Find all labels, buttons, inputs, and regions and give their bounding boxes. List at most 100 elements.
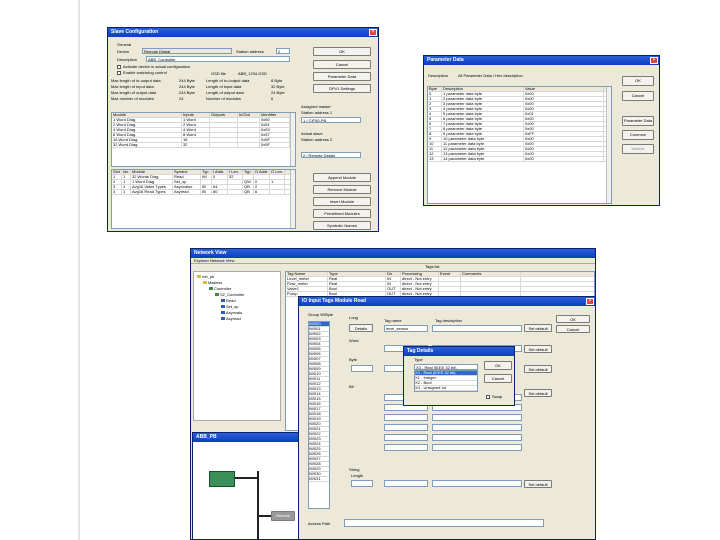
byte-field[interactable] <box>351 365 373 372</box>
cancel-button[interactable]: Cancel <box>313 60 371 69</box>
network-view-titlebar[interactable]: Network View <box>191 249 595 258</box>
tree-item[interactable]: Masters <box>208 280 222 285</box>
activate-checkbox[interactable] <box>117 65 121 69</box>
set-default-button[interactable]: Set default <box>524 389 552 397</box>
param-row[interactable]: 13 14 parameter data byte 0x00 <box>428 157 611 162</box>
watchdog-checkbox[interactable] <box>117 71 121 75</box>
tag-dir: IN <box>386 282 401 286</box>
slave-config-titlebar[interactable]: Slave Configuration <box>108 28 378 37</box>
slot-olen <box>270 190 285 194</box>
bit-tag-field-4[interactable] <box>384 434 428 441</box>
set-default-button[interactable]: Set default <box>524 345 552 353</box>
cancel-button[interactable]: Cancel <box>556 325 590 333</box>
remote-module-icon[interactable]: Remote <box>271 511 295 521</box>
slave-combo[interactable]: 2 / Remote Digital <box>301 152 361 158</box>
swap-checkbox[interactable] <box>486 395 490 399</box>
bit-tag-field-2[interactable] <box>384 414 428 421</box>
tree-item[interactable]: Asynvalu <box>226 310 242 315</box>
bit-desc-field-2[interactable] <box>432 414 522 421</box>
tree-item[interactable]: net_pb <box>202 274 214 279</box>
module-list[interactable]: Module Inputs Outputs In/Out Identifier … <box>111 112 296 167</box>
station-titlebar[interactable]: ABB_PB <box>193 433 299 442</box>
ok-button[interactable]: OK <box>313 47 371 56</box>
stat-b-0: 244 Byte <box>179 78 195 83</box>
close-icon[interactable]: × <box>586 298 594 305</box>
bit-desc-field-4[interactable] <box>432 434 522 441</box>
station-address-field[interactable]: 2 <box>276 48 290 54</box>
set-default-button[interactable]: Set default <box>524 324 552 332</box>
type-dropdown-list[interactable]: X3 - Real (IEEE 32 bit) X1 - Integer X2 … <box>414 370 478 392</box>
param-value: 0x00 <box>524 147 604 151</box>
set-default-button[interactable]: Set default <box>524 480 552 488</box>
address-item[interactable]: IW031 <box>309 477 329 482</box>
tree-item[interactable]: Asyread <box>226 316 241 321</box>
append-module-button[interactable]: Append Module <box>313 173 371 182</box>
address-list[interactable]: IW000 IW001 IW002 IW003 IW004 IW005 IW00… <box>308 321 330 509</box>
string-length-field[interactable] <box>351 480 373 487</box>
tag-name-field[interactable]: level_sensor <box>384 325 428 332</box>
remove-module-button[interactable]: Remove Module <box>313 185 371 194</box>
device-field[interactable]: Remote Digital <box>142 48 232 54</box>
module-row[interactable]: 32 Word Diag. 32 0x5F <box>112 143 295 148</box>
cancel-button[interactable]: Cancel <box>622 91 654 101</box>
param-value: 0x00 <box>524 127 604 131</box>
tree-item[interactable]: Read <box>226 298 236 303</box>
tag-type: Bool <box>328 287 386 291</box>
param-value: 0x00 <box>524 92 604 96</box>
tag-desc-field[interactable] <box>432 325 522 332</box>
tree-item[interactable]: S2_Controller <box>220 292 244 297</box>
tag-details-titlebar[interactable]: Tag Details <box>404 347 514 356</box>
network-view-menu[interactable]: Explorer Network View <box>191 258 595 264</box>
bit-desc-field-3[interactable] <box>432 424 522 431</box>
param-byte: 13 <box>428 157 442 161</box>
dpv1-settings-button[interactable]: DPV1 Settings <box>313 84 371 93</box>
param-desc: 7 parameter data byte <box>442 122 524 126</box>
param-table-scrollbar[interactable] <box>606 87 611 203</box>
param-data-titlebar[interactable]: Parameter Data <box>424 56 659 65</box>
module-inout <box>238 133 260 137</box>
set-default-button[interactable]: Set default <box>524 365 552 373</box>
ok-button[interactable]: OK <box>556 315 590 323</box>
string-desc-field[interactable] <box>432 480 522 487</box>
slot-list[interactable]: Slot Idx Module Symbol Typ I Addr. I Len… <box>111 169 296 229</box>
module-outputs <box>210 123 238 127</box>
predefined-modules-button[interactable]: Predefined Modules <box>313 209 371 218</box>
parameter-table[interactable]: Byte Description Value 01 parameter data b… <box>427 86 612 204</box>
module-inout <box>238 128 260 132</box>
col-oaddr: O Addr. <box>255 170 270 174</box>
tree-item[interactable]: Controller <box>214 286 231 291</box>
slot-module: 32 Words Diag. <box>131 175 173 179</box>
close-icon[interactable]: × <box>650 57 658 64</box>
pc-card-icon[interactable] <box>209 471 235 487</box>
insert-module-button[interactable]: Insert Module <box>313 197 371 206</box>
bit-desc-field-5[interactable] <box>432 444 522 451</box>
module-list-scrollbar[interactable] <box>290 113 295 166</box>
description-field[interactable]: ABB_Controller <box>146 56 290 62</box>
cancel-button[interactable]: Cancel <box>484 374 512 383</box>
slot-oaddr: 6 <box>254 190 270 194</box>
type-option[interactable]: X4 - Unsigned Int <box>415 386 477 391</box>
parameter-data-button[interactable]: Parameter Data <box>313 72 371 81</box>
io-tags-titlebar[interactable]: IO Input Tags Module Read <box>299 297 595 306</box>
access-path-field[interactable] <box>344 519 544 527</box>
tree-item[interactable]: Set_sp <box>226 304 238 309</box>
slot-list-scrollbar[interactable] <box>290 170 295 228</box>
master-combo[interactable]: 1 / CIF50-PB <box>301 117 361 123</box>
ok-button[interactable]: OK <box>484 361 512 370</box>
io-input-tags-window: IO Input Tags Module Read × Group W/Byte… <box>298 296 596 540</box>
module-outputs <box>210 118 238 122</box>
common-button[interactable]: Common <box>622 130 654 140</box>
details-button[interactable]: Details <box>349 324 373 332</box>
close-icon[interactable]: × <box>369 29 377 36</box>
tree-panel[interactable]: net_pb Masters Controller S2_Controller … <box>193 271 281 421</box>
symbolic-names-button[interactable]: Symbolic Names <box>313 221 371 230</box>
string-tag-field[interactable] <box>384 480 428 487</box>
ok-button[interactable]: OK <box>622 76 654 86</box>
stat-d-0: 8 Byte <box>271 78 283 83</box>
module-button[interactable]: Module <box>622 144 654 154</box>
param-desc-value: All Parameter Data / Hex description <box>458 73 523 78</box>
bit-tag-field-5[interactable] <box>384 444 428 451</box>
bit-tag-field-3[interactable] <box>384 424 428 431</box>
parameter-data-button[interactable]: Parameter Data <box>622 116 654 126</box>
slot-row[interactable]: 4 1 Avg16 Read Types Asyread IB 80 QB 6 <box>112 190 295 195</box>
